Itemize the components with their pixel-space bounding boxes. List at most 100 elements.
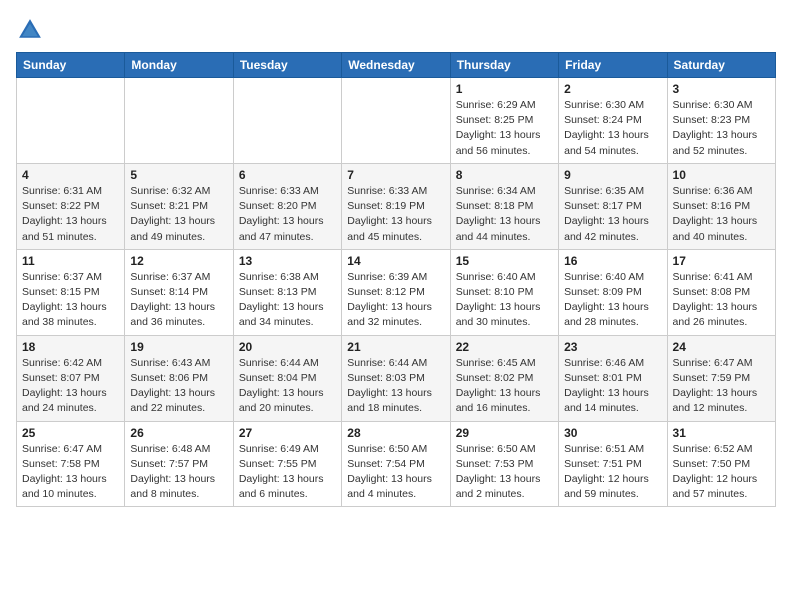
day-number: 7 xyxy=(347,168,444,182)
day-number: 12 xyxy=(130,254,227,268)
calendar-cell: 14 Sunrise: 6:39 AMSunset: 8:12 PMDayligh… xyxy=(342,249,450,335)
page-header xyxy=(16,16,776,44)
calendar-cell: 2Sunrise: 6:30 AMSunset: 8:24 PMDaylight… xyxy=(559,78,667,164)
day-number: 18 xyxy=(22,340,119,354)
day-number: 10 xyxy=(673,168,770,182)
calendar-cell xyxy=(233,78,341,164)
day-info: Sunrise: 6:30 AMSunset: 8:24 PMDaylight:… xyxy=(564,98,661,159)
day-number: 28 xyxy=(347,426,444,440)
calendar-cell: 24Sunrise: 6:47 AMSunset: 7:59 PMDayligh… xyxy=(667,335,775,421)
day-info: Sunrise: 6:30 AMSunset: 8:23 PMDaylight:… xyxy=(673,98,770,159)
calendar-cell xyxy=(17,78,125,164)
calendar-cell: 27Sunrise: 6:49 AMSunset: 7:55 PMDayligh… xyxy=(233,421,341,507)
day-number: 31 xyxy=(673,426,770,440)
day-info: Sunrise: 6:33 AMSunset: 8:19 PMDaylight:… xyxy=(347,184,444,245)
day-info: Sunrise: 6:47 AMSunset: 7:58 PMDaylight:… xyxy=(22,442,119,503)
day-number: 16 xyxy=(564,254,661,268)
day-number: 14 xyxy=(347,254,444,268)
day-info: Sunrise: 6:36 AMSunset: 8:16 PMDaylight:… xyxy=(673,184,770,245)
calendar-cell: 6 Sunrise: 6:33 AMSunset: 8:20 PMDaylight… xyxy=(233,163,341,249)
day-number: 22 xyxy=(456,340,553,354)
day-info: Sunrise: 6:32 AMSunset: 8:21 PMDaylight:… xyxy=(130,184,227,245)
day-number: 25 xyxy=(22,426,119,440)
calendar-day-header-wednesday: Wednesday xyxy=(342,53,450,78)
calendar-cell: 17Sunrise: 6:41 AMSunset: 8:08 PMDayligh… xyxy=(667,249,775,335)
calendar-cell: 5 Sunrise: 6:32 AMSunset: 8:21 PMDaylight… xyxy=(125,163,233,249)
calendar-cell: 8 Sunrise: 6:34 AMSunset: 8:18 PMDaylight… xyxy=(450,163,558,249)
calendar-cell: 22 Sunrise: 6:45 AMSunset: 8:02 PMDayligh… xyxy=(450,335,558,421)
day-info: Sunrise: 6:37 AMSunset: 8:14 PMDaylight:… xyxy=(130,270,227,331)
day-info: Sunrise: 6:37 AMSunset: 8:15 PMDaylight:… xyxy=(22,270,119,331)
day-number: 4 xyxy=(22,168,119,182)
calendar-cell: 25 Sunrise: 6:47 AMSunset: 7:58 PMDayligh… xyxy=(17,421,125,507)
calendar-body: 1 Sunrise: 6:29 AMSunset: 8:25 PMDaylight… xyxy=(17,78,776,507)
calendar-cell: 1 Sunrise: 6:29 AMSunset: 8:25 PMDaylight… xyxy=(450,78,558,164)
day-info: Sunrise: 6:44 AMSunset: 8:03 PMDaylight:… xyxy=(347,356,444,417)
day-number: 3 xyxy=(673,82,770,96)
calendar-cell: 31 Sunrise: 6:52 AMSunset: 7:50 PMDayligh… xyxy=(667,421,775,507)
calendar-header-row: SundayMondayTuesdayWednesdayThursdayFrid… xyxy=(17,53,776,78)
calendar-cell: 7 Sunrise: 6:33 AMSunset: 8:19 PMDaylight… xyxy=(342,163,450,249)
day-info: Sunrise: 6:43 AMSunset: 8:06 PMDaylight:… xyxy=(130,356,227,417)
calendar-cell: 18 Sunrise: 6:42 AMSunset: 8:07 PMDayligh… xyxy=(17,335,125,421)
day-info: Sunrise: 6:39 AMSunset: 8:12 PMDaylight:… xyxy=(347,270,444,331)
calendar-week-row: 11 Sunrise: 6:37 AMSunset: 8:15 PMDayligh… xyxy=(17,249,776,335)
day-number: 8 xyxy=(456,168,553,182)
day-number: 23 xyxy=(564,340,661,354)
day-info: Sunrise: 6:40 AMSunset: 8:09 PMDaylight:… xyxy=(564,270,661,331)
calendar-week-row: 4 Sunrise: 6:31 AMSunset: 8:22 PMDaylight… xyxy=(17,163,776,249)
calendar-day-header-monday: Monday xyxy=(125,53,233,78)
calendar-cell: 11 Sunrise: 6:37 AMSunset: 8:15 PMDayligh… xyxy=(17,249,125,335)
day-number: 13 xyxy=(239,254,336,268)
logo xyxy=(16,16,48,44)
day-info: Sunrise: 6:50 AMSunset: 7:53 PMDaylight:… xyxy=(456,442,553,503)
day-number: 27 xyxy=(239,426,336,440)
day-info: Sunrise: 6:45 AMSunset: 8:02 PMDaylight:… xyxy=(456,356,553,417)
calendar-header: SundayMondayTuesdayWednesdayThursdayFrid… xyxy=(17,53,776,78)
day-info: Sunrise: 6:46 AMSunset: 8:01 PMDaylight:… xyxy=(564,356,661,417)
day-info: Sunrise: 6:51 AMSunset: 7:51 PMDaylight:… xyxy=(564,442,661,503)
day-number: 11 xyxy=(22,254,119,268)
calendar-cell: 19 Sunrise: 6:43 AMSunset: 8:06 PMDayligh… xyxy=(125,335,233,421)
calendar-cell: 28Sunrise: 6:50 AMSunset: 7:54 PMDayligh… xyxy=(342,421,450,507)
day-info: Sunrise: 6:34 AMSunset: 8:18 PMDaylight:… xyxy=(456,184,553,245)
calendar-week-row: 1 Sunrise: 6:29 AMSunset: 8:25 PMDaylight… xyxy=(17,78,776,164)
calendar-day-header-tuesday: Tuesday xyxy=(233,53,341,78)
calendar-day-header-sunday: Sunday xyxy=(17,53,125,78)
calendar-cell: 10 Sunrise: 6:36 AMSunset: 8:16 PMDayligh… xyxy=(667,163,775,249)
calendar-cell: 15 Sunrise: 6:40 AMSunset: 8:10 PMDayligh… xyxy=(450,249,558,335)
day-info: Sunrise: 6:31 AMSunset: 8:22 PMDaylight:… xyxy=(22,184,119,245)
day-info: Sunrise: 6:40 AMSunset: 8:10 PMDaylight:… xyxy=(456,270,553,331)
day-number: 19 xyxy=(130,340,227,354)
calendar-cell: 3 Sunrise: 6:30 AMSunset: 8:23 PMDaylight… xyxy=(667,78,775,164)
calendar-week-row: 25 Sunrise: 6:47 AMSunset: 7:58 PMDayligh… xyxy=(17,421,776,507)
logo-icon xyxy=(16,16,44,44)
day-number: 15 xyxy=(456,254,553,268)
calendar-cell: 26Sunrise: 6:48 AMSunset: 7:57 PMDayligh… xyxy=(125,421,233,507)
day-number: 20 xyxy=(239,340,336,354)
day-info: Sunrise: 6:44 AMSunset: 8:04 PMDaylight:… xyxy=(239,356,336,417)
calendar-cell xyxy=(342,78,450,164)
calendar-cell: 20 Sunrise: 6:44 AMSunset: 8:04 PMDayligh… xyxy=(233,335,341,421)
day-number: 21 xyxy=(347,340,444,354)
calendar-table: SundayMondayTuesdayWednesdayThursdayFrid… xyxy=(16,52,776,507)
day-info: Sunrise: 6:42 AMSunset: 8:07 PMDaylight:… xyxy=(22,356,119,417)
day-info: Sunrise: 6:52 AMSunset: 7:50 PMDaylight:… xyxy=(673,442,770,503)
day-info: Sunrise: 6:33 AMSunset: 8:20 PMDaylight:… xyxy=(239,184,336,245)
calendar-week-row: 18 Sunrise: 6:42 AMSunset: 8:07 PMDayligh… xyxy=(17,335,776,421)
day-info: Sunrise: 6:35 AMSunset: 8:17 PMDaylight:… xyxy=(564,184,661,245)
day-info: Sunrise: 6:38 AMSunset: 8:13 PMDaylight:… xyxy=(239,270,336,331)
calendar-cell: 12 Sunrise: 6:37 AMSunset: 8:14 PMDayligh… xyxy=(125,249,233,335)
calendar-cell: 23 Sunrise: 6:46 AMSunset: 8:01 PMDayligh… xyxy=(559,335,667,421)
day-number: 24 xyxy=(673,340,770,354)
calendar-cell: 21 Sunrise: 6:44 AMSunset: 8:03 PMDayligh… xyxy=(342,335,450,421)
day-number: 9 xyxy=(564,168,661,182)
day-number: 6 xyxy=(239,168,336,182)
calendar-day-header-friday: Friday xyxy=(559,53,667,78)
day-number: 1 xyxy=(456,82,553,96)
day-number: 29 xyxy=(456,426,553,440)
calendar-cell: 30Sunrise: 6:51 AMSunset: 7:51 PMDayligh… xyxy=(559,421,667,507)
day-info: Sunrise: 6:41 AMSunset: 8:08 PMDaylight:… xyxy=(673,270,770,331)
day-info: Sunrise: 6:29 AMSunset: 8:25 PMDaylight:… xyxy=(456,98,553,159)
day-number: 5 xyxy=(130,168,227,182)
